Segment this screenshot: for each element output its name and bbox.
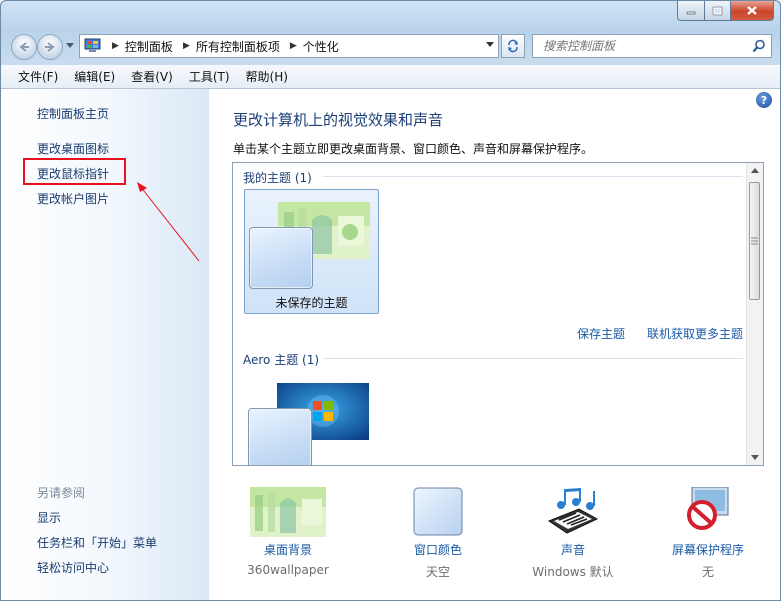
theme-name: 未保存的主题 [275, 296, 348, 310]
address-dropdown-icon[interactable] [486, 42, 494, 48]
window-color-label: 窗口颜色 [413, 543, 462, 557]
back-button[interactable] [11, 34, 37, 60]
gallery-scrollbar[interactable] [746, 163, 763, 465]
maximize-button[interactable] [705, 1, 731, 21]
group-divider [323, 358, 743, 359]
grip-icon [751, 237, 758, 245]
menu-help[interactable]: 帮助(H) [238, 68, 296, 85]
forward-arrow-icon [45, 42, 55, 52]
refresh-button[interactable] [501, 34, 525, 58]
maximize-icon [712, 6, 723, 15]
search-icon[interactable] [752, 39, 766, 53]
search-box [532, 34, 772, 58]
theme-links: 保存主题 联机获取更多主题 [577, 325, 743, 342]
get-more-themes-link[interactable]: 联机获取更多主题 [647, 325, 743, 342]
navigation-bar: ▶ 控制面板 ▶ 所有控制面板项 ▶ 个性化 [1, 31, 780, 63]
breadcrumb-arrow-icon[interactable]: ▶ [112, 41, 119, 51]
address-bar[interactable]: ▶ 控制面板 ▶ 所有控制面板项 ▶ 个性化 [79, 34, 499, 58]
close-button[interactable] [731, 1, 774, 21]
group-divider [323, 176, 743, 177]
screen-saver-label: 屏幕保护程序 [671, 543, 744, 557]
sounds-label: 声音 [560, 543, 585, 557]
breadcrumb-all-items[interactable]: 所有控制面板项 [196, 38, 280, 55]
scroll-down-icon[interactable] [751, 455, 759, 460]
help-icon[interactable]: ? [756, 92, 772, 108]
music-notes-icon [547, 488, 599, 534]
recent-pages-dropdown-icon[interactable] [66, 43, 74, 49]
menu-bar: 文件(F) 编辑(E) 查看(V) 工具(T) 帮助(H) [1, 65, 780, 89]
wallpaper-thumbnail-icon [250, 487, 326, 537]
close-icon [747, 6, 757, 15]
desktop-background-label: 桌面背景 [263, 543, 312, 557]
save-theme-link[interactable]: 保存主题 [577, 325, 625, 342]
menu-tools[interactable]: 工具(T) [181, 68, 238, 85]
breadcrumb-control-panel[interactable]: 控制面板 [125, 38, 173, 55]
menu-edit[interactable]: 编辑(E) [66, 68, 123, 85]
screen-saver-value: 无 [701, 565, 714, 579]
minimize-icon [686, 11, 696, 14]
breadcrumb: ▶ 控制面板 ▶ 所有控制面板项 ▶ 个性化 [108, 38, 339, 55]
theme-gallery: 我的主题 (1) 未保存的主题 保存主题 联机获取更多主题 Aero 主题 (1… [232, 162, 764, 466]
back-arrow-icon [19, 42, 29, 52]
change-desktop-icons-link[interactable]: 更改桌面图标 [37, 140, 109, 157]
window-color-preview [248, 408, 312, 465]
menu-view[interactable]: 查看(V) [123, 68, 181, 85]
highlight-box [23, 158, 126, 185]
nav-buttons [11, 34, 74, 60]
settings-row: 桌面背景 360wallpaper 窗口颜色 天空 声音 Windows 默认 … [233, 483, 773, 593]
window-color-value: 天空 [425, 565, 450, 579]
control-panel-icon [84, 38, 101, 52]
sounds-value: Windows 默认 [532, 565, 614, 579]
task-pane: 控制面板主页 更改桌面图标 更改鼠标指针 更改帐户图片 另请参阅 显示 任务栏和… [1, 89, 209, 600]
see-also-label: 另请参阅 [37, 486, 86, 500]
ease-of-access-link[interactable]: 轻松访问中心 [37, 559, 109, 576]
aero-themes-group-label: Aero 主题 (1) [243, 353, 320, 367]
my-themes-group-label: 我的主题 (1) [243, 171, 312, 185]
page-description: 单击某个主题立即更改桌面背景、窗口颜色、声音和屏幕保护程序。 [233, 142, 594, 156]
main-content: ? 更改计算机上的视觉效果和声音 单击某个主题立即更改桌面背景、窗口颜色、声音和… [209, 89, 780, 600]
refresh-icon [508, 39, 518, 53]
scrollbar-thumb[interactable] [749, 182, 760, 300]
menu-file[interactable]: 文件(F) [10, 68, 66, 85]
control-panel-home-link[interactable]: 控制面板主页 [37, 105, 109, 122]
breadcrumb-personalization[interactable]: 个性化 [303, 38, 339, 55]
forward-button[interactable] [37, 34, 63, 60]
search-input[interactable] [541, 38, 745, 54]
window-color-preview [249, 227, 313, 289]
personalization-window: ▶ 控制面板 ▶ 所有控制面板项 ▶ 个性化 文件 [0, 0, 781, 601]
scroll-up-icon[interactable] [751, 168, 759, 173]
desktop-background-value: 360wallpaper [247, 563, 329, 577]
breadcrumb-arrow-icon[interactable]: ▶ [183, 41, 190, 51]
theme-unsaved[interactable]: 未保存的主题 [244, 189, 379, 314]
display-link[interactable]: 显示 [37, 509, 61, 526]
no-screensaver-icon [687, 487, 729, 530]
caption-buttons [677, 1, 774, 21]
page-title: 更改计算机上的视觉效果和声音 [233, 111, 444, 129]
annotation-arrow-icon [137, 182, 200, 262]
theme-windows-7[interactable] [244, 371, 379, 465]
minimize-button[interactable] [677, 1, 705, 21]
window-color-icon [413, 487, 463, 536]
change-account-picture-link[interactable]: 更改帐户图片 [37, 190, 109, 207]
breadcrumb-arrow-icon[interactable]: ▶ [290, 41, 297, 51]
taskbar-start-menu-link[interactable]: 任务栏和「开始」菜单 [37, 534, 157, 551]
